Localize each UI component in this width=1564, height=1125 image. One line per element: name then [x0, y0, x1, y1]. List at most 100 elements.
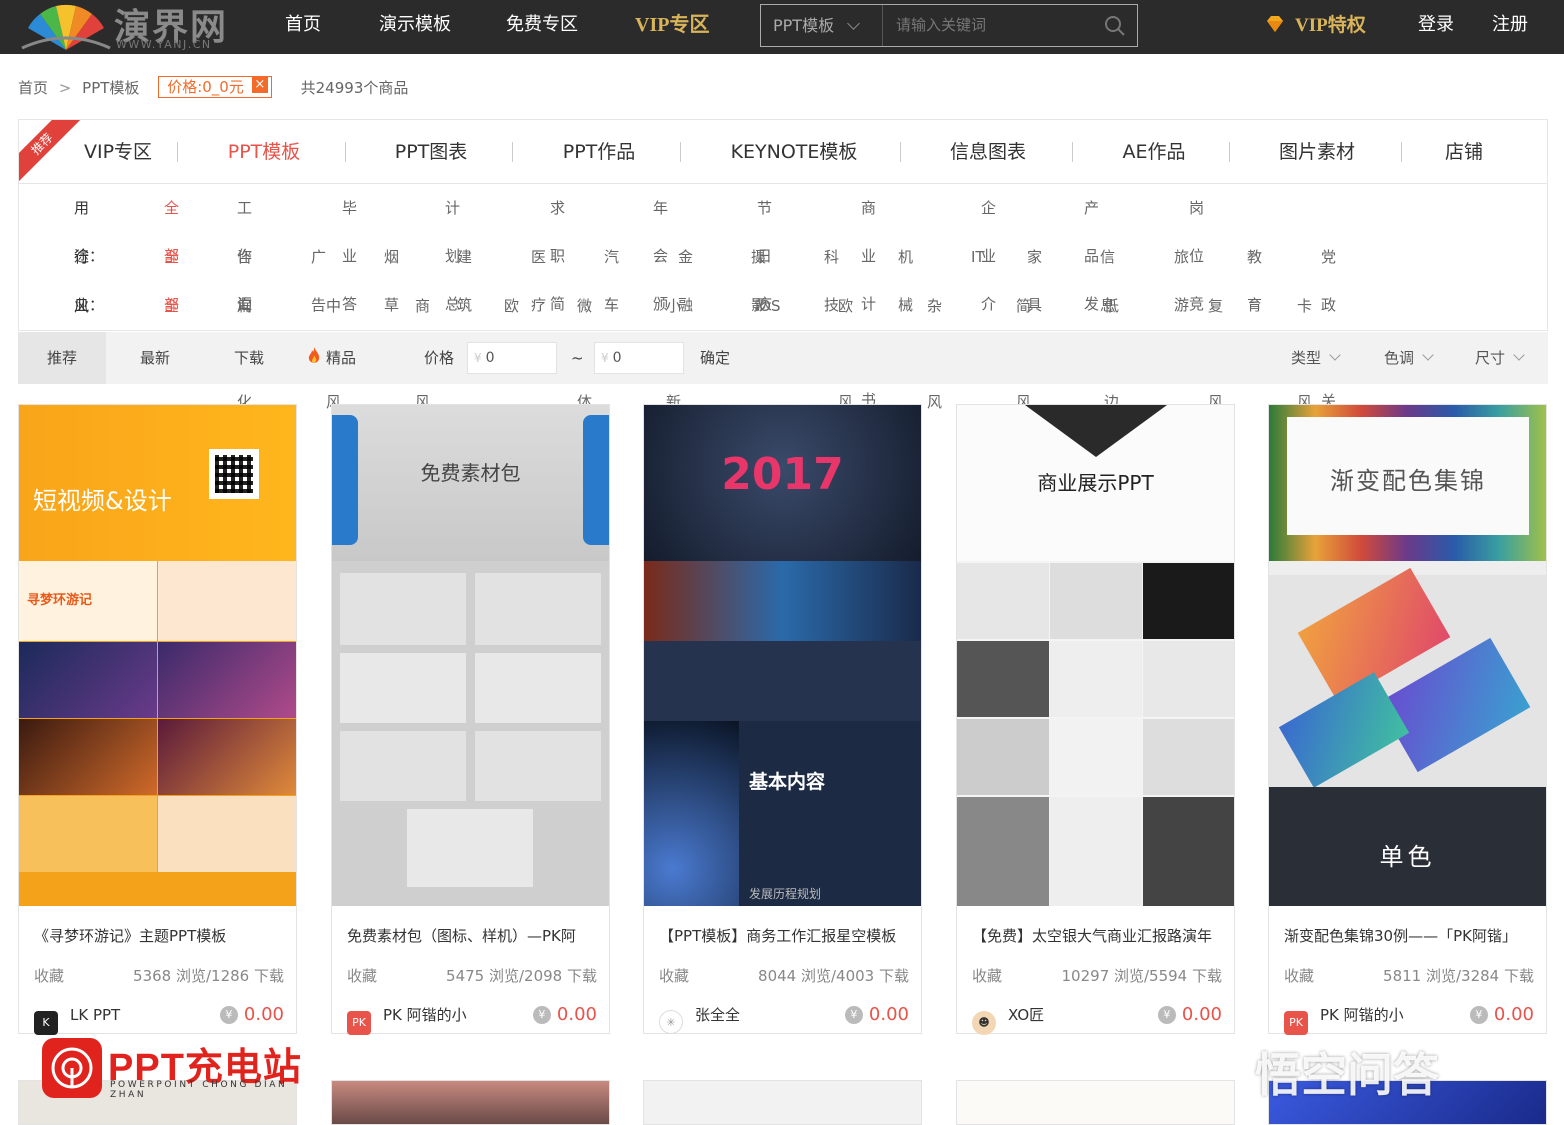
- tab-ppt-chart[interactable]: PPT图表: [376, 120, 486, 184]
- price-label: 价格: [424, 349, 455, 367]
- avatar[interactable]: PK: [347, 1011, 371, 1035]
- product-card[interactable]: [956, 1080, 1235, 1125]
- usage-option[interactable]: 商业计划书: [861, 184, 876, 424]
- coin-icon: ¥: [532, 1006, 551, 1024]
- price-confirm-button[interactable]: 确定: [700, 332, 730, 384]
- industry-option[interactable]: IT: [971, 233, 985, 281]
- product-card[interactable]: 短视频&设计 寻梦环游记 《寻梦环游记》主题PPT模板 收藏 5368 浏览/12…: [18, 404, 297, 1035]
- product-title[interactable]: 渐变配色集锦30例——「PK阿锴」: [1284, 925, 1539, 946]
- vip-privilege-link[interactable]: VIP特权: [1265, 0, 1366, 54]
- product-thumbnail[interactable]: 2017 基本内容 发展历程规划: [644, 405, 921, 906]
- sort-recommend[interactable]: 推荐: [18, 332, 106, 384]
- search-category-select[interactable]: PPT模板: [761, 5, 883, 46]
- thumb-year: 2017: [721, 449, 844, 500]
- divider: [1072, 142, 1073, 162]
- nav-free[interactable]: 免费专区: [506, 0, 578, 54]
- product-card[interactable]: 渐变配色集锦 单色 渐变配色集锦30例——「PK阿锴」 收藏 5811 浏览/32…: [1268, 404, 1547, 1035]
- tab-ppt-works[interactable]: PPT作品: [544, 120, 654, 184]
- tab-images[interactable]: 图片素材: [1262, 120, 1372, 184]
- author-name[interactable]: XO匠: [1008, 1006, 1044, 1024]
- thumb-tile: [644, 561, 921, 641]
- sort-featured-label: 精品: [326, 349, 357, 367]
- tab-infographic[interactable]: 信息图表: [933, 120, 1043, 184]
- industry-option[interactable]: 科技: [824, 233, 839, 329]
- favorite-button[interactable]: 收藏: [347, 967, 377, 985]
- product-thumbnail[interactable]: 渐变配色集锦 单色: [1269, 405, 1546, 906]
- size-dropdown[interactable]: 尺寸: [1475, 332, 1525, 384]
- search-category-value: PPT模板: [773, 16, 835, 35]
- product-title[interactable]: 免费素材包（图标、样机）—PK阿: [347, 925, 602, 946]
- product-thumbnail[interactable]: 免费素材包: [332, 405, 609, 906]
- favorite-button[interactable]: 收藏: [972, 967, 1002, 985]
- product-thumbnail[interactable]: 商业展示PPT: [957, 405, 1234, 906]
- avatar[interactable]: K: [34, 1011, 58, 1035]
- industry-option[interactable]: 汽车: [604, 233, 619, 329]
- thumb-tile: [1050, 719, 1142, 795]
- tab-keynote[interactable]: KEYNOTE模板: [719, 120, 869, 184]
- thumb-tile: [1050, 797, 1142, 906]
- divider: [345, 142, 346, 162]
- favorite-button[interactable]: 收藏: [659, 967, 689, 985]
- nav-templates[interactable]: 演示模板: [379, 0, 451, 54]
- product-thumbnail[interactable]: 短视频&设计 寻梦环游记: [19, 405, 296, 906]
- product-author: PK PK 阿锴的小 ¥0.00: [1284, 1001, 1534, 1035]
- qr-code-icon: [209, 449, 259, 499]
- view-download-count: 10297 浏览/5594 下载: [1061, 967, 1222, 985]
- product-title[interactable]: 《寻梦环游记》主题PPT模板: [34, 925, 289, 946]
- author-name[interactable]: PK 阿锴的小: [1320, 1006, 1404, 1024]
- tab-shop[interactable]: 店铺: [1434, 120, 1494, 184]
- fire-icon: [308, 347, 320, 363]
- type-dropdown[interactable]: 类型: [1291, 332, 1341, 384]
- nav-home[interactable]: 首页: [285, 0, 321, 54]
- tab-ae[interactable]: AE作品: [1099, 120, 1209, 184]
- avatar[interactable]: ✳: [659, 1010, 683, 1034]
- tone-dropdown[interactable]: 色调: [1384, 332, 1434, 384]
- avatar[interactable]: ☻: [972, 1011, 996, 1035]
- industry-option[interactable]: 党政机关: [1321, 233, 1336, 425]
- industry-option[interactable]: 旅游: [1174, 233, 1189, 329]
- chevron-down-icon: [1422, 349, 1434, 361]
- industry-option[interactable]: 广告: [311, 233, 326, 329]
- close-icon[interactable]: ×: [251, 77, 268, 93]
- favorite-button[interactable]: 收藏: [34, 967, 64, 985]
- register-link[interactable]: 注册: [1492, 0, 1528, 54]
- favorite-button[interactable]: 收藏: [1284, 967, 1314, 985]
- search-input[interactable]: [884, 5, 1099, 46]
- search-icon[interactable]: [1103, 14, 1127, 38]
- industry-option[interactable]: 机械: [898, 233, 913, 329]
- avatar[interactable]: PK: [1284, 1011, 1308, 1035]
- sort-downloads[interactable]: 下载: [234, 332, 264, 384]
- industry-option[interactable]: 建筑: [457, 233, 472, 329]
- login-link[interactable]: 登录: [1418, 0, 1454, 54]
- sort-featured[interactable]: 精品: [306, 332, 356, 384]
- sort-newest[interactable]: 最新: [140, 332, 170, 384]
- author-name[interactable]: LK PPT: [70, 1006, 120, 1024]
- industry-option[interactable]: 教育: [1247, 233, 1262, 329]
- product-title[interactable]: 【免费】太空银大气商业汇报路演年: [972, 925, 1227, 946]
- filter-panel: 推荐 VIP专区 PPT模板 PPT图表 PPT作品 KEYNOTE模板 信息图…: [18, 119, 1548, 459]
- product-title[interactable]: 【PPT模板】商务工作汇报星空模板: [659, 925, 914, 946]
- author-name[interactable]: PK 阿锴的小: [383, 1006, 467, 1024]
- price-min-input[interactable]: ¥0: [467, 342, 557, 374]
- tab-vip[interactable]: VIP专区: [63, 120, 173, 184]
- product-card[interactable]: 商业展示PPT 【免费】太空银大气商业汇报路演年 收藏 10297 浏览/5594…: [956, 404, 1235, 1035]
- breadcrumb-current[interactable]: PPT模板: [82, 76, 139, 100]
- author-name[interactable]: 张全全: [695, 1006, 740, 1024]
- view-download-count: 5368 浏览/1286 下载: [133, 967, 284, 985]
- price-max-input[interactable]: ¥0: [594, 342, 684, 374]
- view-download-count: 5811 浏览/3284 下载: [1383, 967, 1534, 985]
- industry-option[interactable]: 烟草: [384, 233, 399, 329]
- industry-option[interactable]: 医疗: [531, 233, 546, 329]
- top-navbar: 演界网 WWW.YANJ.CN 首页 演示模板 免费专区 VIP专区 PPT模板…: [0, 0, 1564, 54]
- product-card[interactable]: [331, 1080, 610, 1125]
- thumb-tile: [475, 653, 601, 723]
- price-value: 0.00: [1181, 1004, 1222, 1025]
- product-card[interactable]: 2017 基本内容 发展历程规划 【PPT模板】商务工作汇报星空模板 收藏 804…: [643, 404, 922, 1034]
- divider: [512, 142, 513, 162]
- breadcrumb-home[interactable]: 首页: [18, 76, 48, 100]
- product-card[interactable]: 免费素材包 免费素材包（图标、样机）—PK阿 收藏 5475 浏览/2098 下载…: [331, 404, 610, 1035]
- product-card[interactable]: [643, 1080, 922, 1125]
- site-logo[interactable]: 演界网 WWW.YANJ.CN: [18, 0, 243, 54]
- nav-vip[interactable]: VIP专区: [635, 0, 709, 54]
- tab-ppt-template[interactable]: PPT模板: [209, 120, 319, 184]
